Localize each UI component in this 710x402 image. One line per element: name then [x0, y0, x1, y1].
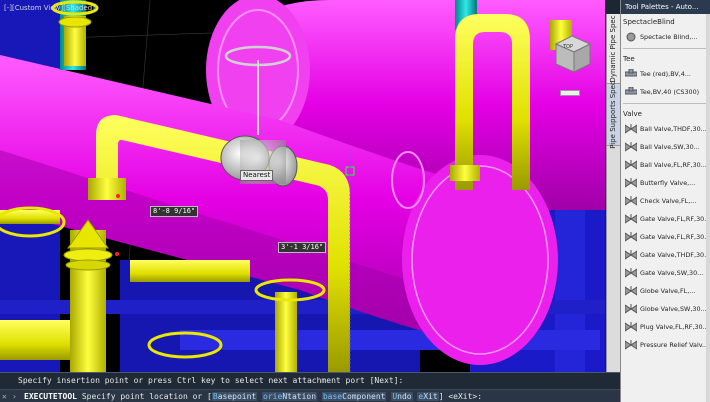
tab-label: Dynamic Pipe Spec — [609, 14, 617, 83]
palette-tool-item[interactable]: Gate Valve,FL,RF,30... — [621, 210, 710, 228]
palette-tool-label: Check Valve,FL,... — [640, 197, 697, 205]
command-text[interactable]: EXECUTETOOL Specify point location or [B… — [24, 392, 482, 401]
valve-icon — [625, 123, 637, 135]
tee-icon — [625, 68, 637, 80]
option-rest: asepoint — [217, 392, 257, 401]
port-marker — [116, 194, 120, 198]
valve-icon — [625, 249, 637, 261]
prompt-text: Specify point location or [ — [81, 392, 212, 401]
palette-title: Tool Palettes - Auto... — [625, 3, 699, 11]
nav-cube[interactable]: TOP — [554, 35, 592, 73]
option-key: orie — [263, 392, 283, 401]
palette-tool-label: Gate Valve,SW,30... — [640, 269, 704, 277]
palette-tool-label: Gate Valve,FL,RF,30... — [640, 215, 710, 223]
palette-tab-strip: Dynamic Pipe Spec Pipe Supports Spec — [606, 14, 621, 372]
palette-tool-item[interactable]: Globe Valve,FL,... — [621, 282, 710, 300]
valve-icon — [625, 213, 637, 225]
tab-label: Pipe Supports Spec — [609, 80, 617, 149]
palette-tool-label: Gate Valve,FL,RF,30... — [640, 233, 710, 241]
palette-scrollbar[interactable] — [706, 14, 710, 402]
palette-tool-label: Gate Valve,THDF,30... — [640, 251, 710, 259]
palette-tool-label: Ball Valve,THDF,30... — [640, 125, 707, 133]
palette-section-title[interactable]: Tee — [621, 51, 710, 65]
nav-cube-label: TOP — [562, 44, 573, 50]
valve-icon — [625, 303, 637, 315]
palette-tool-item[interactable]: Gate Valve,SW,30... — [621, 264, 710, 282]
palette-tool-label: Globe Valve,FL,... — [640, 287, 696, 295]
valve-icon — [625, 285, 637, 297]
palette-tool-item[interactable]: Tee,BV,40 (CS300) — [621, 83, 710, 101]
palette-tool-label: Tee,BV,40 (CS300) — [640, 88, 700, 96]
palette-tool-label: Plug Valve,FL,RF,30... — [640, 323, 709, 331]
app-window: TOP [-][Custom View][Shaded] Nearest 8'-… — [0, 0, 710, 402]
tab-pipe-supports-spec[interactable]: Pipe Supports Spec — [607, 80, 621, 149]
tee-icon — [625, 86, 637, 98]
palette-tool-item[interactable]: Pressure Relief Valv... — [621, 336, 710, 354]
command-input-line[interactable]: ✕ › EXECUTETOOL Specify point location o… — [0, 389, 620, 402]
palette-tool-label: Butterfly Valve,... — [640, 179, 696, 187]
palette-tool-label: Ball Valve,SW,30... — [640, 143, 700, 151]
palette-title-bar[interactable]: Tool Palettes - Auto... — [621, 0, 710, 14]
option-rest: Xit — [423, 392, 438, 401]
palette-tool-item[interactable]: Ball Valve,FL,RF,30... — [621, 156, 710, 174]
palette-tool-label: Tee (red),BV,4... — [640, 70, 691, 78]
spectacle-blind-icon — [625, 31, 637, 43]
port-marker — [115, 252, 119, 256]
dimension-input-2[interactable]: 3'-1 3/16" — [278, 242, 327, 253]
palette-separator — [623, 48, 708, 49]
model-viewport[interactable]: TOP [-][Custom View][Shaded] Nearest 8'-… — [0, 0, 606, 372]
palette-tool-item[interactable]: Check Valve,FL,... — [621, 192, 710, 210]
palette-tool-item[interactable]: Globe Valve,SW,30... — [621, 300, 710, 318]
command-option-orientation[interactable]: orieNtation — [262, 392, 318, 401]
grip-indicator — [560, 90, 580, 96]
command-option-undo[interactable]: Undo — [391, 392, 413, 401]
command-option-exit[interactable]: eXit — [417, 392, 439, 401]
command-line: Specify insertion point or press Ctrl ke… — [0, 372, 620, 402]
prompt-icon: › — [12, 392, 17, 401]
viewport-controls-label[interactable]: [-][Custom View][Shaded] — [4, 4, 95, 12]
valve-icon — [625, 231, 637, 243]
valve-icon — [625, 177, 637, 189]
palette-tool-item[interactable]: Spectacle Blind,... — [621, 28, 710, 46]
palette-tool-item[interactable]: Ball Valve,SW,30... — [621, 138, 710, 156]
3d-scene[interactable]: TOP — [0, 0, 606, 372]
command-options: Basepoint orieNtation baseComponent Undo… — [211, 392, 439, 401]
tab-dynamic-pipe-spec[interactable]: Dynamic Pipe Spec — [607, 14, 621, 84]
palette-tool-label: Globe Valve,SW,30... — [640, 305, 707, 313]
palette-section-title[interactable]: Valve — [621, 106, 710, 120]
option-rest: Component — [342, 392, 386, 401]
palette-section-title[interactable]: SpectacleBlind — [621, 14, 710, 28]
prompt-suffix: ] <eXit>: — [438, 392, 483, 401]
palette-tool-item[interactable]: Ball Valve,THDF,30... — [621, 120, 710, 138]
valve-icon — [625, 141, 637, 153]
command-history: Specify insertion point or press Ctrl ke… — [18, 376, 404, 385]
palette-body: SpectacleBlind Spectacle Blind,... Tee Tee … — [621, 14, 710, 354]
valve-icon — [625, 195, 637, 207]
command-option-basepoint[interactable]: Basepoint — [211, 392, 258, 401]
palette-tool-item[interactable]: Butterfly Valve,... — [621, 174, 710, 192]
palette-tool-item[interactable]: Gate Valve,FL,RF,30... — [621, 228, 710, 246]
valve-icon — [625, 159, 637, 171]
valve-icon — [625, 267, 637, 279]
palette-tool-label: Pressure Relief Valv... — [640, 341, 709, 349]
command-option-basecomponent[interactable]: baseComponent — [321, 392, 387, 401]
palette-tool-label: Ball Valve,FL,RF,30... — [640, 161, 707, 169]
option-key: base — [322, 392, 343, 401]
palette-tool-item[interactable]: Tee (red),BV,4... — [621, 65, 710, 83]
palette-tool-item[interactable]: Gate Valve,THDF,30... — [621, 246, 710, 264]
dimension-input-1[interactable]: 8'-8 9/16" — [150, 206, 199, 217]
tool-palette: Tool Palettes - Auto... SpectacleBlind Sp… — [620, 0, 710, 402]
close-icon[interactable]: ✕ — [2, 392, 7, 401]
palette-separator — [623, 103, 708, 104]
valve-icon — [625, 321, 637, 333]
snap-tooltip: Nearest — [240, 170, 274, 181]
option-rest: ndo — [397, 392, 412, 401]
palette-tool-label: Spectacle Blind,... — [640, 33, 698, 41]
command-name: EXECUTETOOL — [24, 392, 77, 401]
option-rest: Ntation — [282, 392, 317, 401]
valve-icon — [625, 339, 637, 351]
palette-tool-item[interactable]: Plug Valve,FL,RF,30... — [621, 318, 710, 336]
